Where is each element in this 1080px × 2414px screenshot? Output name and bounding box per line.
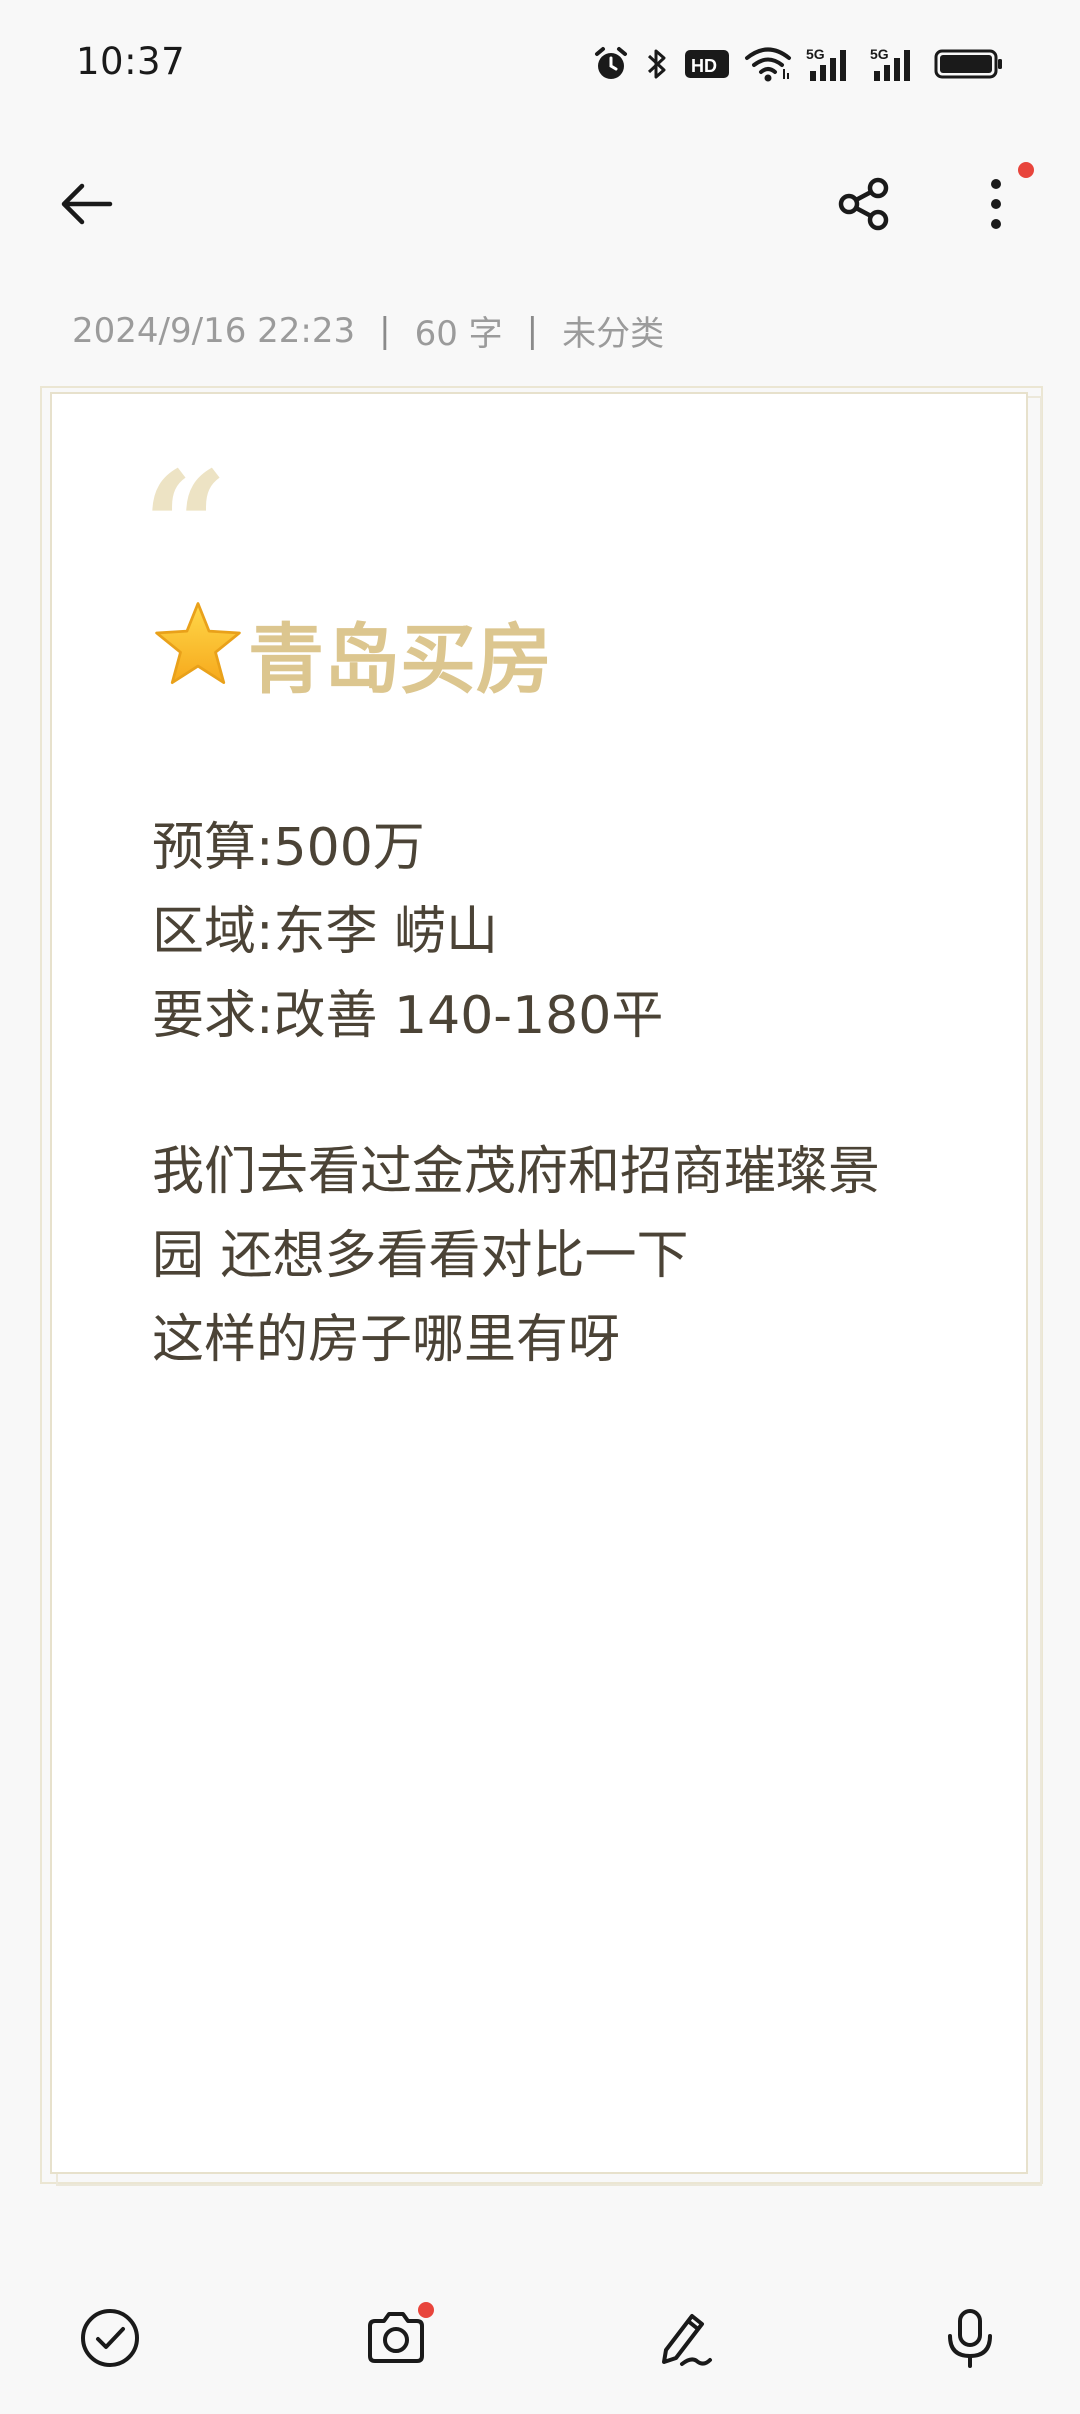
status-icons: HD 5G 5G [592, 42, 1004, 86]
note-meta: 2024/9/16 22:23 | 60 字 | 未分类 [72, 306, 664, 355]
share-icon [834, 174, 894, 238]
meta-separator: | [526, 310, 539, 351]
pen-icon [652, 2306, 716, 2374]
note-datetime: 2024/9/16 22:23 [72, 310, 356, 351]
signal-5g-icon: 5G [806, 45, 856, 83]
note-detail-screen: 10:37 HD 5G 5G 2024/9/16 22:23 | 60 字 | … [0, 0, 1080, 2414]
bottom-toolbar [0, 2262, 1080, 2414]
wifi-icon [744, 45, 792, 83]
notification-dot [1018, 162, 1034, 178]
handwriting-button[interactable] [646, 2302, 722, 2378]
voice-input-button[interactable] [932, 2302, 1008, 2378]
more-vertical-icon [986, 174, 1006, 238]
svg-text:5G: 5G [806, 46, 825, 62]
note-line: 园 还想多看看对比一下 [152, 1226, 689, 1286]
more-options-button[interactable] [958, 168, 1034, 244]
svg-text:5G: 5G [870, 46, 889, 62]
note-line: 我们去看过金茂府和招商璀璨景 [152, 1142, 881, 1202]
checklist-button[interactable] [72, 2302, 148, 2378]
alarm-icon [592, 45, 630, 83]
microphone-icon [938, 2306, 1002, 2374]
app-bar [0, 150, 1080, 260]
camera-icon [364, 2306, 428, 2374]
note-category[interactable]: 未分类 [562, 306, 664, 355]
camera-badge-dot [418, 2302, 434, 2318]
note-line: 这样的房子哪里有呀 [152, 1310, 621, 1370]
arrow-left-icon [56, 179, 116, 233]
meta-separator: | [379, 310, 391, 351]
svg-text:HD: HD [691, 56, 717, 76]
note-line: 区域:东李 崂山 [152, 902, 499, 962]
note-line: 要求:改善 140-180平 [152, 986, 664, 1046]
status-bar: 10:37 HD 5G 5G [0, 0, 1080, 120]
note-body[interactable]: 预算:500万 区域:东李 崂山 要求:改善 140-180平 我们去看过金茂府… [152, 806, 952, 1382]
note-title[interactable]: 青岛买房 [152, 598, 552, 708]
battery-icon [934, 46, 1004, 82]
quote-mark-icon: “ [142, 439, 229, 615]
note-line: 预算:500万 [152, 818, 425, 878]
bluetooth-icon [644, 45, 670, 83]
note-title-text: 青岛买房 [248, 615, 552, 704]
status-time: 10:37 [76, 40, 186, 83]
share-button[interactable] [826, 168, 902, 244]
hd-icon: HD [684, 47, 730, 81]
signal-5g-icon: 5G [870, 45, 920, 83]
star-icon [152, 598, 244, 708]
checklist-icon [78, 2306, 142, 2374]
note-word-count: 60 字 [414, 314, 503, 354]
back-button[interactable] [48, 168, 124, 244]
